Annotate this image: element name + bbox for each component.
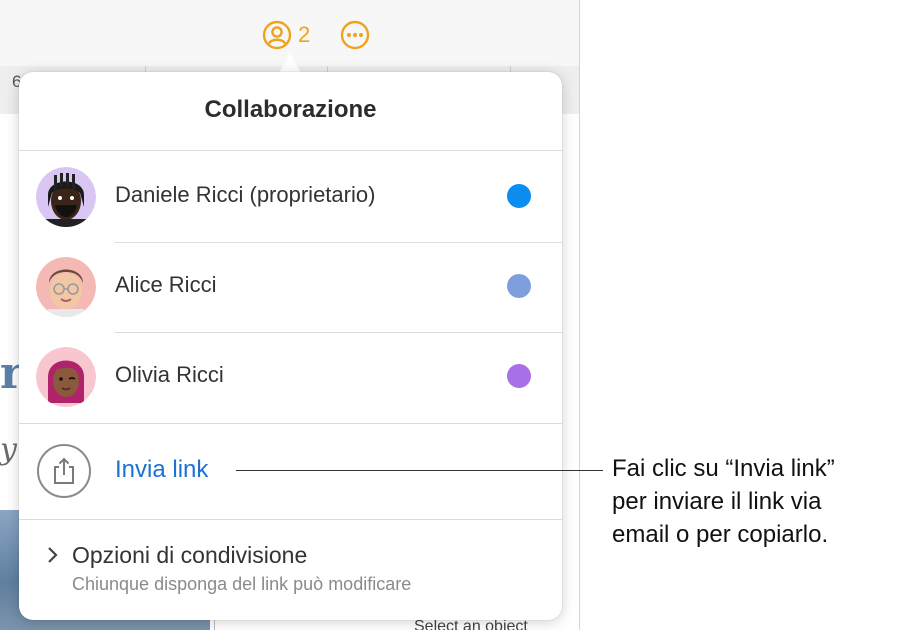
memoji-man-beard-avatar xyxy=(36,167,96,227)
document-text-fragment: y xyxy=(0,432,17,467)
sharing-options-subtitle: Chiunque disponga del link può modificar… xyxy=(72,574,412,594)
participant-name: Olivia Ricci xyxy=(115,362,224,387)
collaborator-count: 2 xyxy=(298,22,311,47)
callout-line-text: per inviare il link via xyxy=(612,488,822,515)
more-button[interactable] xyxy=(340,20,370,55)
send-link-label: Invia link xyxy=(115,456,209,483)
person-circle-icon xyxy=(262,20,292,50)
share-icon-circle xyxy=(37,444,91,498)
collaborate-button[interactable]: 2 xyxy=(262,18,310,52)
participant-row[interactable]: Alice Ricci xyxy=(19,242,562,332)
participant-name: Daniele Ricci (proprietario) xyxy=(115,182,376,207)
memoji-pink-hair-avatar xyxy=(36,347,96,407)
participant-row[interactable]: Olivia Ricci xyxy=(19,332,562,422)
participant-name: Alice Ricci xyxy=(115,272,217,297)
chevron-right-icon xyxy=(48,547,58,563)
popover-arrow xyxy=(279,53,301,73)
share-icon xyxy=(54,457,74,484)
callout-text: Fai clic su “Invia link” per inviare il … xyxy=(612,452,896,551)
popover-title: Collaborazione xyxy=(204,96,377,123)
sharing-options-row[interactable]: Opzioni di condivisione Chiunque dispong… xyxy=(19,520,562,620)
send-link-button[interactable]: Invia link xyxy=(19,424,562,520)
participant-color-dot xyxy=(507,184,531,208)
sharing-options-title: Opzioni di condivisione xyxy=(72,542,308,568)
divider xyxy=(19,150,562,151)
collaboration-popover: Collaborazione Daniele Ricci (proprietar… xyxy=(19,72,562,620)
participant-row[interactable]: Daniele Ricci (proprietario) xyxy=(19,152,562,242)
memoji-glasses-avatar xyxy=(36,257,96,317)
callout-line-text: Fai clic su “Invia link” xyxy=(612,455,835,482)
participant-color-dot xyxy=(507,364,531,388)
ellipsis-circle-icon xyxy=(340,20,370,50)
callout-line xyxy=(236,470,603,471)
callout-line-text: email o per copiarlo. xyxy=(612,521,829,548)
participant-color-dot xyxy=(507,274,531,298)
